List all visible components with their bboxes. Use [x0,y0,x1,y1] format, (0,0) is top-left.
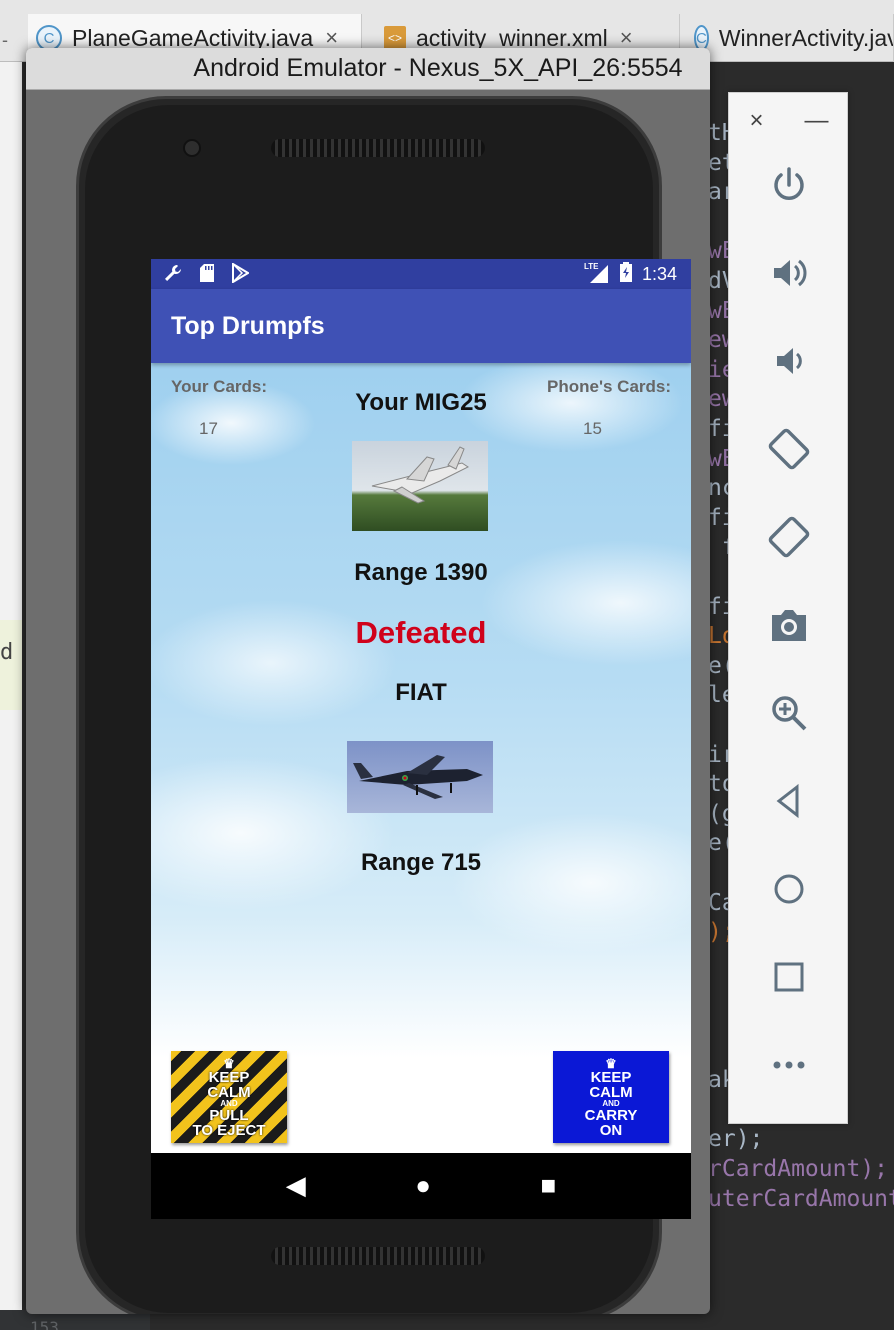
nav-recents-icon[interactable]: ■ [541,1170,557,1201]
eject-button[interactable]: ♛ KEEP CALM AND PULL TO EJECT [171,1051,287,1143]
camera-icon[interactable] [729,595,849,655]
tab-label: WinnerActivity.java [718,24,894,51]
rotate-left-icon[interactable] [729,419,849,479]
eject-line: PULL [209,1106,249,1124]
front-camera-icon [183,139,201,157]
your-plane-stat: Range 1390 [354,559,488,586]
power-icon[interactable] [729,155,849,215]
rotate-right-icon[interactable] [729,507,849,567]
opponent-plane-stat: Range 715 [360,849,482,876]
code-line: er); [708,1126,764,1153]
close-icon[interactable]: × [749,107,763,135]
volume-up-icon[interactable] [729,243,849,303]
crown-icon: ♛ [605,1055,617,1071]
sd-card-icon [199,263,215,286]
more-icon[interactable] [729,1035,849,1095]
emulator-title: Android Emulator - Nexus_5X_API_26:5554 [193,54,683,82]
line-number: 153 [30,1318,59,1330]
minimize-icon[interactable]: — [804,107,828,135]
battle-result: Defeated [355,615,487,650]
ide-highlight-marker [0,620,22,710]
app-title: Top Drumpfs [171,311,325,340]
carry-on-line: CARRY [584,1106,638,1124]
carry-on-line: KEEP [590,1068,632,1086]
eject-line: CALM [207,1083,251,1101]
phone-cards-count: 15 [583,419,602,438]
your-plane-title: Your MIG25 [355,389,487,416]
carry-on-line: CALM [589,1083,633,1101]
your-plane-image[interactable] [352,441,488,531]
eject-line: TO EJECT [192,1121,266,1139]
emulator-toolbar: × — [728,92,848,1124]
xml-icon: <> [384,26,406,50]
game-screen: Your Cards: 17 Phone's Cards: 15 Your MI… [151,363,691,1153]
emulator-titlebar[interactable]: Android Emulator - Nexus_5X_API_26:5554 [26,48,710,90]
crown-icon: ♛ [223,1055,235,1071]
app-bar: Top Drumpfs [151,289,691,363]
code-line: uterCardAmount [708,1185,894,1212]
battery-icon [619,261,632,287]
status-time: 1:34 [641,263,677,284]
carry-on-line: ON [599,1121,623,1139]
opponent-plane-title: FIAT [395,679,447,706]
device-frame: LTE 1:34 Top Drumpfs Your Cards: 17 Phon… [76,96,691,1314]
nav-back-icon[interactable]: ◀ [286,1170,306,1201]
wrench-icon [163,263,183,286]
top-speaker-grille [271,139,485,157]
opponent-plane-image [347,741,493,813]
emulator-window: Android Emulator - Nexus_5X_API_26:5554 [26,48,710,1314]
code-line: rCardAmount); [708,1156,889,1182]
navigation-bar: ◀ ● ■ [151,1153,691,1217]
nav-home-icon[interactable]: ● [415,1170,431,1201]
home-icon[interactable] [729,859,849,919]
tab-overflow-marker[interactable]: - [2,30,8,51]
network-type-label: LTE [583,262,599,271]
ide-code-fragment: d [0,640,14,665]
your-cards-count: 17 [199,419,218,438]
status-bar: LTE 1:34 [151,259,691,289]
bottom-speaker-grille [271,1247,485,1265]
play-store-icon [231,261,250,286]
volume-down-icon[interactable] [729,331,849,391]
overview-icon[interactable] [729,947,849,1007]
zoom-icon[interactable] [729,683,849,743]
tab-winner-activity[interactable]: C WinnerActivity.java [686,14,894,62]
signal-icon: LTE [584,262,610,284]
back-icon[interactable] [729,771,849,831]
carry-on-button[interactable]: ♛ KEEP CALM AND CARRY ON [553,1051,669,1143]
phone-screen: LTE 1:34 Top Drumpfs Your Cards: 17 Phon… [151,259,691,1219]
eject-line: KEEP [208,1068,250,1086]
